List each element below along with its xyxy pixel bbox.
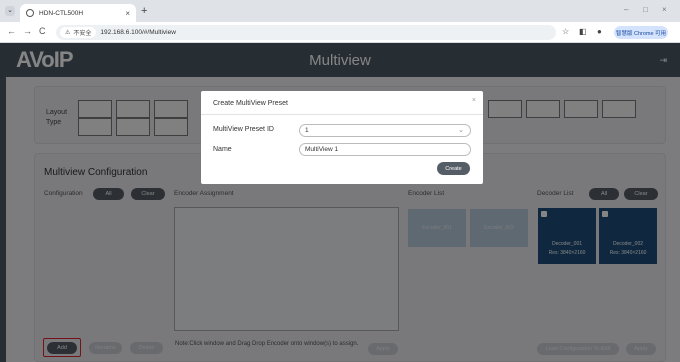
tab-title: HDN-CTL500H: [39, 9, 84, 17]
new-tab-button[interactable]: +: [141, 5, 147, 17]
create-preset-dialog: Create MultiView Preset × MultiView Pres…: [201, 91, 483, 184]
url-text: 192.168.6.100/#/Multiview: [100, 29, 176, 36]
chrome-update-pill[interactable]: 智慧版 Chrome 可用: [614, 26, 668, 39]
close-icon[interactable]: ×: [472, 97, 476, 104]
close-window-icon[interactable]: ×: [662, 5, 667, 14]
security-label: 不安全: [73, 31, 92, 37]
address-bar: ← → C ⚠ 不安全 192.168.6.100/#/Multiview ☆ …: [0, 22, 680, 43]
bookmark-star-icon[interactable]: ☆: [562, 27, 569, 36]
dialog-title: Create MultiView Preset: [213, 100, 288, 107]
maximize-icon[interactable]: □: [643, 5, 648, 14]
forward-button[interactable]: →: [23, 26, 32, 36]
url-field[interactable]: ⚠ 不安全 192.168.6.100/#/Multiview: [56, 25, 556, 40]
warning-icon: ⚠: [65, 30, 71, 36]
browser-tab-bar: ⌄ HDN-CTL500H × + – □ ×: [0, 0, 680, 22]
preset-id-value: 1: [305, 127, 309, 134]
name-label: Name: [213, 146, 232, 153]
dialog-divider: [201, 114, 483, 115]
close-tab-icon[interactable]: ×: [125, 9, 130, 18]
browser-tab[interactable]: HDN-CTL500H ×: [20, 4, 136, 22]
globe-icon: [26, 9, 34, 17]
preset-id-label: MultiView Preset ID: [213, 126, 274, 133]
reload-button[interactable]: C: [39, 26, 46, 36]
name-field[interactable]: MultiView 1: [299, 143, 471, 156]
back-button[interactable]: ←: [7, 26, 16, 36]
chevron-down-icon: ⌄: [458, 127, 464, 134]
security-indicator[interactable]: ⚠ 不安全: [60, 27, 97, 38]
minimize-icon[interactable]: –: [624, 5, 628, 14]
side-panel-icon[interactable]: ◧: [579, 27, 587, 36]
preset-id-select[interactable]: 1 ⌄: [299, 124, 471, 137]
profile-icon[interactable]: ●: [597, 27, 602, 36]
create-button[interactable]: Create: [437, 162, 470, 175]
name-value: MultiView 1: [305, 146, 339, 153]
tab-list-dropdown-icon[interactable]: ⌄: [5, 6, 15, 16]
